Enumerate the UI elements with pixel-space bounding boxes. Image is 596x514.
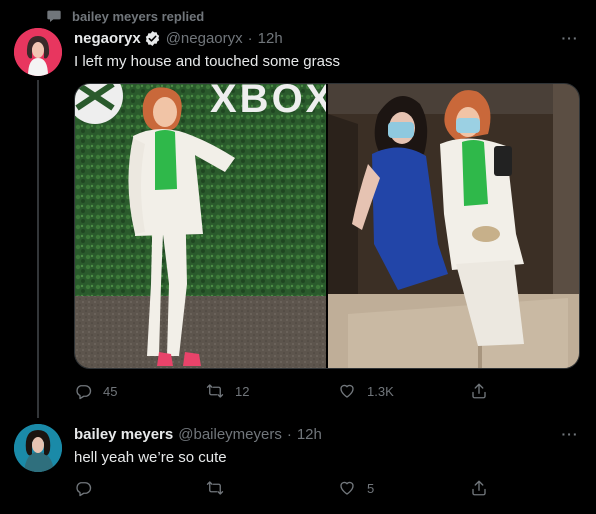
tweet-text: I left my house and touched some grass — [74, 53, 340, 70]
tweet-actions: 45 12 1.3K — [74, 382, 596, 400]
avatar[interactable] — [14, 28, 62, 76]
comment-icon — [76, 482, 92, 497]
reply-button[interactable]: 45 — [74, 382, 206, 400]
reply-actions: 5 — [74, 479, 596, 497]
timestamp[interactable]: 12h — [258, 30, 283, 47]
like-count: 5 — [367, 480, 375, 496]
retweet-icon — [206, 481, 224, 495]
handle[interactable]: @negaoryx — [166, 30, 243, 47]
tweet-media[interactable]: XBOX — [74, 83, 580, 369]
reply-context-label: bailey meyers replied — [72, 8, 205, 24]
share-button[interactable] — [470, 382, 596, 400]
like-count: 1.3K — [367, 383, 394, 399]
reply-count: 45 — [103, 383, 118, 399]
reply-text: hell yeah we’re so cute — [74, 449, 227, 466]
retweet-button[interactable]: 12 — [206, 382, 338, 400]
retweet-icon — [206, 384, 224, 398]
reply-header: bailey meyers @baileymeyers · 12h — [74, 426, 322, 443]
photo-right[interactable] — [328, 84, 579, 368]
like-button[interactable]: 5 — [338, 479, 470, 497]
retweet-button[interactable] — [206, 479, 338, 497]
more-options-icon[interactable]: ··· — [560, 30, 580, 46]
timestamp[interactable]: 12h — [297, 426, 322, 443]
dot-separator: · — [247, 30, 253, 47]
verified-badge-icon — [145, 31, 159, 46]
dot-separator: · — [286, 426, 292, 443]
more-options-icon[interactable]: ··· — [560, 426, 580, 442]
display-name[interactable]: negaoryx — [74, 30, 141, 47]
xbox-backdrop-text: XBOX — [210, 84, 326, 121]
display-name[interactable]: bailey meyers — [74, 426, 173, 443]
reply-button[interactable] — [74, 479, 206, 497]
share-icon — [472, 480, 486, 496]
photo-left[interactable]: XBOX — [75, 84, 326, 368]
retweet-count: 12 — [235, 383, 250, 399]
avatar[interactable] — [14, 424, 62, 472]
reply-context[interactable]: bailey meyers replied — [46, 8, 204, 24]
share-button[interactable] — [470, 479, 596, 497]
handle[interactable]: @baileymeyers — [178, 426, 282, 443]
like-button[interactable]: 1.3K — [338, 382, 470, 400]
reply-bubble-icon — [47, 10, 61, 22]
share-icon — [472, 383, 486, 399]
heart-icon — [340, 481, 354, 495]
tweet-header: negaoryx @negaoryx · 12h — [74, 30, 283, 47]
heart-icon — [340, 384, 354, 398]
comment-icon — [76, 385, 92, 400]
thread-line — [37, 80, 39, 418]
